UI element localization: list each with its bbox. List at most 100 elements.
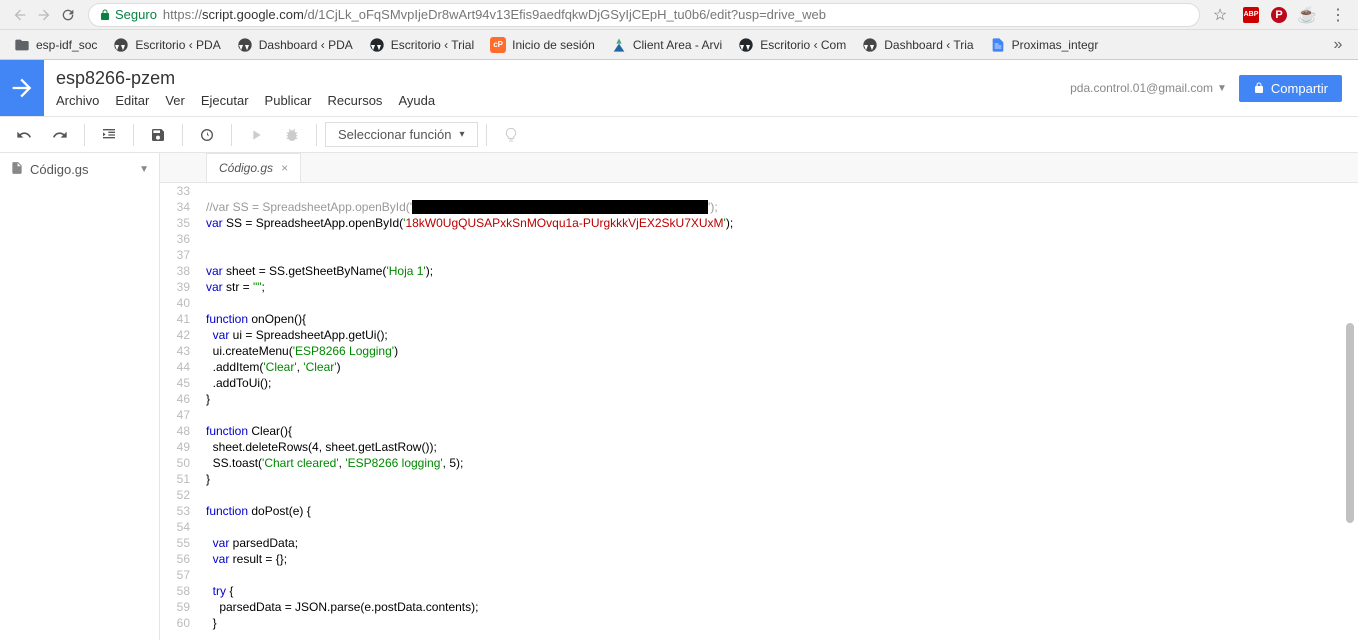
line-number: 35 [168,215,190,231]
code-line[interactable]: try { [206,583,1358,599]
wp-icon [237,37,253,53]
code-line[interactable]: parsedData = JSON.parse(e.postData.conte… [206,599,1358,615]
code-line[interactable]: var str = ""; [206,279,1358,295]
line-number: 58 [168,583,190,599]
code-line[interactable] [206,487,1358,503]
bookmark-item[interactable]: Client Area - Arvi [605,33,728,57]
line-number: 34 [168,199,190,215]
bookmark-item[interactable]: Dashboard ‹ Tria [856,33,979,57]
files-sidebar: Código.gs ▼ [0,153,160,640]
close-icon[interactable]: × [281,161,288,175]
indent-button[interactable] [93,121,125,149]
chevron-down-icon[interactable]: ▼ [1217,83,1227,94]
code-line[interactable]: function onOpen(){ [206,311,1358,327]
code-line[interactable] [206,231,1358,247]
secure-indicator: Seguro [99,7,157,22]
function-selector[interactable]: Seleccionar función ▾ [325,122,478,147]
forward-button[interactable] [32,3,56,27]
menu-archivo[interactable]: Archivo [56,93,99,108]
save-button[interactable] [142,121,174,149]
code-editor[interactable]: 3334353637383940414243444546474849505152… [160,183,1358,640]
line-number: 59 [168,599,190,615]
vertical-scrollbar[interactable] [1346,183,1356,638]
browser-menu-icon[interactable]: ⋮ [1326,3,1350,27]
code-line[interactable]: SS.toast('Chart cleared', 'ESP8266 loggi… [206,455,1358,471]
editor-tab-codigo[interactable]: Código.gs × [206,153,301,182]
bookmark-item[interactable]: Escritorio ‹ Com [732,33,852,57]
lightbulb-button[interactable] [495,121,527,149]
code-line[interactable] [206,519,1358,535]
abp-icon[interactable]: ABP [1242,6,1260,24]
folder-icon [14,37,30,53]
editor-area: Código.gs × 3334353637383940414243444546… [160,153,1358,640]
pinterest-icon[interactable]: P [1270,6,1288,24]
bookmark-item[interactable]: Escritorio ‹ Trial [363,33,480,57]
code-content[interactable]: //var SS = SpreadsheetApp.openById('Tj5U… [198,183,1358,640]
code-line[interactable]: .addItem('Clear', 'Clear') [206,359,1358,375]
code-line[interactable]: var SS = SpreadsheetApp.openById('18kW0U… [206,215,1358,231]
code-line[interactable]: function doPost(e) { [206,503,1358,519]
sidebar-file-codigo[interactable]: Código.gs ▼ [0,153,159,186]
back-button[interactable] [8,3,32,27]
menu-editar[interactable]: Editar [115,93,149,108]
user-email[interactable]: pda.control.01@gmail.com [1070,81,1213,95]
share-button[interactable]: Compartir [1239,75,1342,102]
bookmark-label: Escritorio ‹ Trial [391,38,474,52]
bookmark-item[interactable]: Dashboard ‹ PDA [231,33,359,57]
code-line[interactable]: var sheet = SS.getSheetByName('Hoja 1'); [206,263,1358,279]
code-line[interactable]: ui.createMenu('ESP8266 Logging') [206,343,1358,359]
bookmark-overflow-icon[interactable]: » [1326,33,1350,57]
sidebar-file-label: Código.gs [30,162,89,177]
bookmark-label: Proximas_integr [1012,38,1099,52]
code-line[interactable]: } [206,615,1358,631]
code-line[interactable]: var result = {}; [206,551,1358,567]
app-menus: Archivo Editar Ver Ejecutar Publicar Recursos… [56,93,1058,108]
undo-button[interactable] [8,121,40,149]
project-title[interactable]: esp8266-pzem [56,68,1058,89]
code-line[interactable]: //var SS = SpreadsheetApp.openById('Tj5U… [206,199,1358,215]
bookmark-label: Dashboard ‹ PDA [259,38,353,52]
bookmark-item[interactable]: Proximas_integr [984,33,1105,57]
code-line[interactable] [206,295,1358,311]
scroll-thumb[interactable] [1346,323,1354,523]
code-line[interactable]: .addToUi(); [206,375,1358,391]
code-line[interactable] [206,407,1358,423]
line-number: 50 [168,455,190,471]
java-icon[interactable]: ☕ [1298,6,1316,24]
code-line[interactable] [206,183,1358,199]
line-number: 55 [168,535,190,551]
bookmark-item[interactable]: esp-idf_soc [8,33,103,57]
code-line[interactable]: var ui = SpreadsheetApp.getUi(); [206,327,1358,343]
menu-recursos[interactable]: Recursos [328,93,383,108]
triggers-button[interactable] [191,121,223,149]
menu-ejecutar[interactable]: Ejecutar [201,93,249,108]
code-line[interactable]: } [206,391,1358,407]
bookmark-label: esp-idf_soc [36,38,97,52]
menu-ver[interactable]: Ver [165,93,185,108]
code-line[interactable] [206,567,1358,583]
bookmark-label: Client Area - Arvi [633,38,722,52]
star-icon[interactable]: ☆ [1208,3,1232,27]
code-line[interactable]: function Clear(){ [206,423,1358,439]
line-number: 56 [168,551,190,567]
run-button[interactable] [240,121,272,149]
code-line[interactable] [206,247,1358,263]
bookmark-item[interactable]: cPInicio de sesión [484,33,601,57]
bookmark-item[interactable]: Escritorio ‹ PDA [107,33,226,57]
apps-script-logo[interactable] [0,60,44,116]
url-bar[interactable]: Seguro https://script.google.com/d/1CjLk… [88,3,1200,27]
code-line[interactable]: sheet.deleteRows(4, sheet.getLastRow()); [206,439,1358,455]
line-number: 33 [168,183,190,199]
redo-button[interactable] [44,121,76,149]
menu-publicar[interactable]: Publicar [265,93,312,108]
debug-button[interactable] [276,121,308,149]
gdoc-icon [990,37,1006,53]
line-gutter: 3334353637383940414243444546474849505152… [160,183,198,640]
bookmark-label: Escritorio ‹ PDA [135,38,220,52]
reload-button[interactable] [56,3,80,27]
code-line[interactable]: } [206,471,1358,487]
chevron-down-icon[interactable]: ▼ [139,164,149,175]
menu-ayuda[interactable]: Ayuda [398,93,435,108]
code-line[interactable]: var parsedData; [206,535,1358,551]
chevron-down-icon: ▾ [459,129,464,140]
